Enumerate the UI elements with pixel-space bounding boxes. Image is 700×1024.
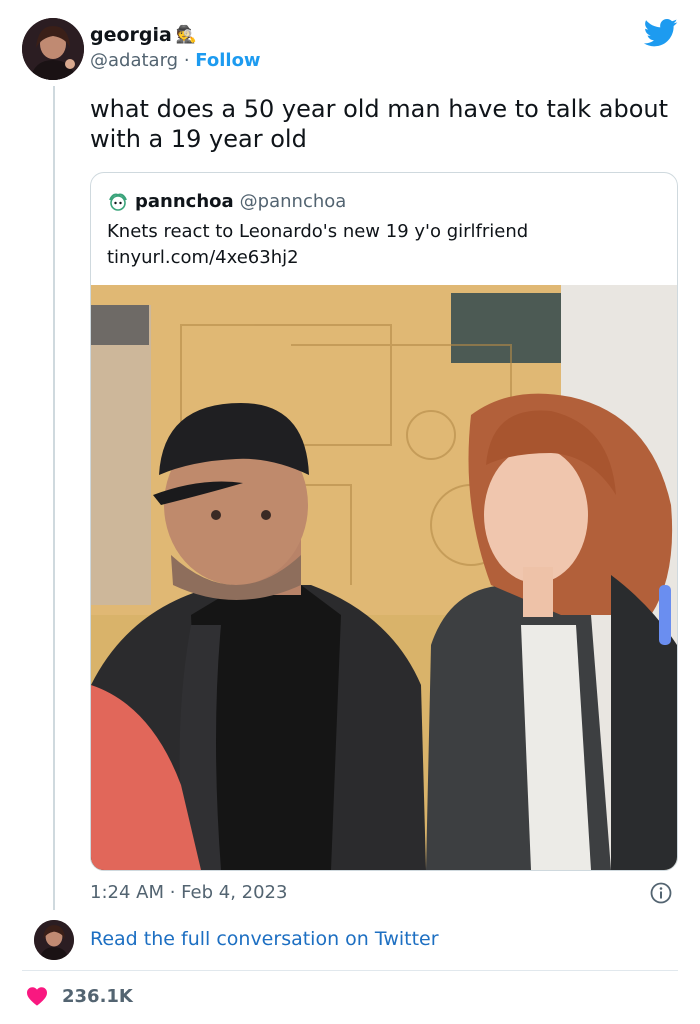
quoted-author-avatar [107, 191, 129, 213]
quoted-tweet[interactable]: pannchoa @pannchoa Knets react to Leonar… [90, 172, 678, 871]
quoted-tweet-header: pannchoa @pannchoa [107, 190, 346, 214]
twitter-bird-icon[interactable] [644, 18, 678, 48]
author-name[interactable]: georgia 🕵 [90, 22, 197, 48]
quoted-photo[interactable] [91, 285, 677, 870]
author-handle[interactable]: @adatarg [90, 50, 178, 71]
quoted-handle: @pannchoa [239, 191, 347, 212]
author-display-name: georgia [90, 24, 172, 46]
info-icon[interactable] [650, 882, 672, 904]
tweet-embed: georgia 🕵 @adatarg · Follow what does a … [0, 0, 700, 1024]
quoted-tweet-text: Knets react to Leonardo's new 19 y'o gir… [107, 219, 647, 271]
thread-line [53, 86, 55, 910]
quoted-text-line: Knets react to Leonardo's new 19 y'o gir… [107, 221, 529, 242]
detective-emoji: 🕵 [175, 25, 198, 45]
tweet-timestamp[interactable]: 1:24 AM · Feb 4, 2023 [90, 880, 287, 906]
read-full-conversation-link[interactable]: Read the full conversation on Twitter [90, 926, 439, 952]
handle-separator: · [183, 50, 190, 71]
author-handle-row: @adatarg · Follow [90, 49, 261, 73]
like-count[interactable]: 236.1K [62, 984, 133, 1010]
follow-button[interactable]: Follow [195, 50, 260, 71]
heart-icon[interactable] [26, 986, 48, 1006]
author-avatar[interactable] [22, 18, 84, 80]
reply-avatar[interactable] [34, 920, 74, 960]
tweet-text: what does a 50 year old man have to talk… [90, 95, 669, 153]
quoted-display-name: pannchoa [135, 191, 234, 212]
divider [22, 970, 678, 971]
quoted-link[interactable]: tinyurl.com/4xe63hj2 [107, 245, 647, 271]
